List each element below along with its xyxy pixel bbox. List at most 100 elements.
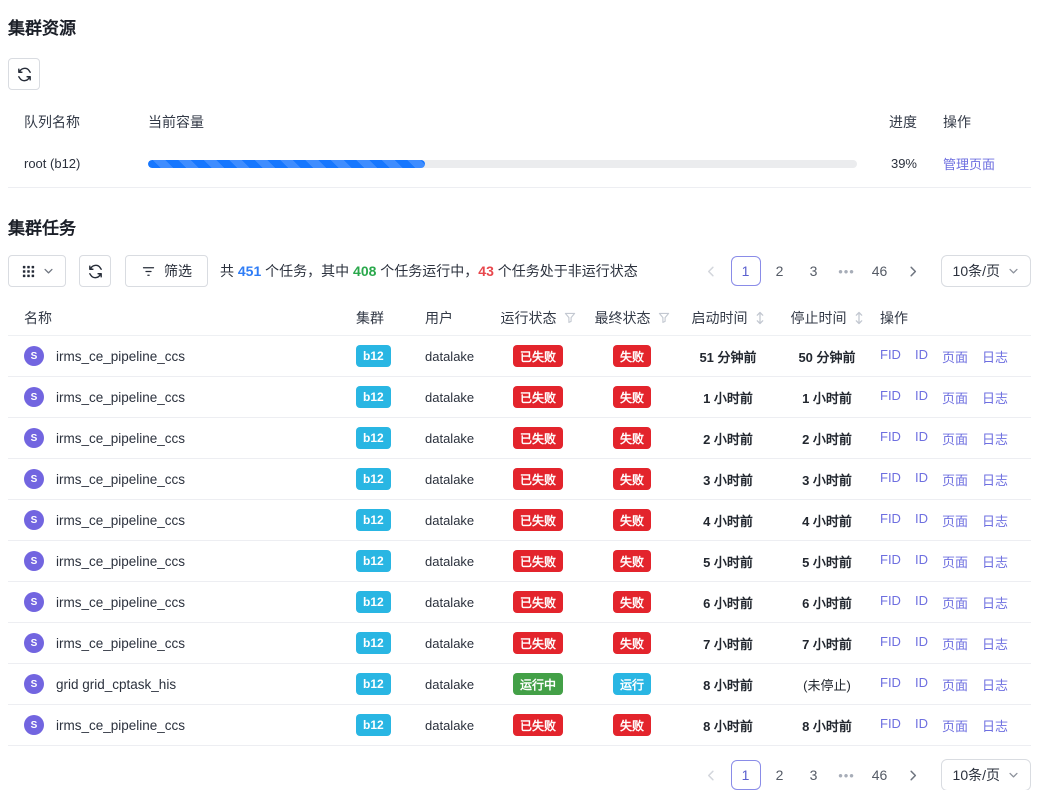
action-link-page[interactable]: 页面: [942, 347, 968, 366]
user-name: datalake: [420, 718, 490, 733]
cluster-resources-table: 队列名称 当前容量 进度 操作 root (b12) 39% 管理页面: [8, 104, 1031, 188]
action-link-log[interactable]: 日志: [982, 347, 1008, 366]
action-link-id[interactable]: ID: [915, 429, 928, 448]
cluster-badge: b12: [356, 714, 391, 736]
task-name: irms_ce_pipeline_ccs: [56, 513, 185, 528]
page-ellipsis[interactable]: •••: [833, 768, 861, 783]
queue-name: root (b12): [24, 156, 148, 171]
action-link-page[interactable]: 页面: [942, 593, 968, 612]
actions-header: 操作: [876, 308, 1031, 328]
page-number-46[interactable]: 46: [865, 760, 895, 790]
refresh-tasks-button[interactable]: [79, 255, 111, 287]
pagination-bottom: 1 2 3 ••• 46 10条/页: [697, 759, 1031, 790]
start-time: 8 小时前: [678, 716, 778, 735]
tasks-summary: 共 451 个任务，其中 408 个任务运行中，43 个任务处于非运行状态: [220, 261, 638, 281]
page-number-1[interactable]: 1: [731, 256, 761, 286]
refresh-resources-button[interactable]: [8, 58, 40, 90]
action-link-id[interactable]: ID: [915, 552, 928, 571]
action-link-log[interactable]: 日志: [982, 716, 1008, 735]
page-number-3[interactable]: 3: [799, 256, 829, 286]
action-link-id[interactable]: ID: [915, 593, 928, 612]
refresh-icon: [16, 66, 33, 83]
page-ellipsis[interactable]: •••: [833, 264, 861, 279]
action-link-id[interactable]: ID: [915, 634, 928, 653]
table-row: S irms_ce_pipeline_ccs b12 datalake 已失败 …: [8, 377, 1031, 418]
queue-name-header: 队列名称: [24, 112, 148, 132]
action-link-id[interactable]: ID: [915, 470, 928, 489]
page-number-46[interactable]: 46: [865, 256, 895, 286]
summary-segment: 43: [478, 263, 494, 279]
refresh-icon: [87, 263, 104, 280]
action-link-fid[interactable]: FID: [880, 388, 901, 407]
stop-time-sort-icon[interactable]: [854, 311, 864, 325]
page-number-1[interactable]: 1: [731, 760, 761, 790]
manage-page-link[interactable]: 管理页面: [943, 157, 995, 172]
start-time: 1 小时前: [678, 388, 778, 407]
next-page-button[interactable]: [899, 256, 929, 286]
avatar: S: [24, 592, 44, 612]
page-size-select[interactable]: 10条/页: [941, 759, 1031, 790]
pagination-top: 1 2 3 ••• 46 10条/页: [697, 255, 1031, 287]
action-link-fid[interactable]: FID: [880, 511, 901, 530]
action-link-log[interactable]: 日志: [982, 470, 1008, 489]
action-link-page[interactable]: 页面: [942, 429, 968, 448]
action-link-page[interactable]: 页面: [942, 675, 968, 694]
prev-page-button[interactable]: [697, 256, 727, 286]
action-link-id[interactable]: ID: [915, 675, 928, 694]
stop-time: 7 小时前: [778, 634, 876, 653]
user-name: datalake: [420, 595, 490, 610]
prev-page-button[interactable]: [697, 760, 727, 790]
action-link-id[interactable]: ID: [915, 716, 928, 735]
cluster-tasks-title: 集群任务: [8, 214, 1031, 239]
run-status-filter-icon[interactable]: [564, 312, 576, 324]
action-link-log[interactable]: 日志: [982, 511, 1008, 530]
action-link-page[interactable]: 页面: [942, 716, 968, 735]
page-size-value: 10条/页: [953, 765, 1000, 785]
avatar: S: [24, 674, 44, 694]
page-number-2[interactable]: 2: [765, 760, 795, 790]
action-link-page[interactable]: 页面: [942, 552, 968, 571]
action-link-fid[interactable]: FID: [880, 634, 901, 653]
action-link-log[interactable]: 日志: [982, 675, 1008, 694]
action-link-log[interactable]: 日志: [982, 634, 1008, 653]
avatar: S: [24, 715, 44, 735]
action-link-fid[interactable]: FID: [880, 675, 901, 694]
final-status-filter-icon[interactable]: [658, 312, 670, 324]
action-link-log[interactable]: 日志: [982, 593, 1008, 612]
table-row: S irms_ce_pipeline_ccs b12 datalake 已失败 …: [8, 459, 1031, 500]
filter-button[interactable]: 筛选: [125, 255, 208, 287]
start-time: 4 小时前: [678, 511, 778, 530]
run-status-badge: 已失败: [513, 427, 563, 449]
action-link-id[interactable]: ID: [915, 347, 928, 366]
action-link-fid[interactable]: FID: [880, 429, 901, 448]
filter-button-label: 筛选: [164, 261, 192, 281]
action-link-log[interactable]: 日志: [982, 388, 1008, 407]
action-link-id[interactable]: ID: [915, 511, 928, 530]
action-link-fid[interactable]: FID: [880, 347, 901, 366]
action-link-page[interactable]: 页面: [942, 634, 968, 653]
chevron-down-icon: [1008, 770, 1019, 781]
action-link-id[interactable]: ID: [915, 388, 928, 407]
run-status-badge: 已失败: [513, 550, 563, 572]
page-number-2[interactable]: 2: [765, 256, 795, 286]
action-link-page[interactable]: 页面: [942, 470, 968, 489]
action-link-fid[interactable]: FID: [880, 716, 901, 735]
column-settings-button[interactable]: [8, 255, 66, 287]
page-size-select[interactable]: 10条/页: [941, 255, 1031, 287]
action-link-fid[interactable]: FID: [880, 470, 901, 489]
page-number-3[interactable]: 3: [799, 760, 829, 790]
action-link-log[interactable]: 日志: [982, 429, 1008, 448]
action-link-log[interactable]: 日志: [982, 552, 1008, 571]
final-status-badge: 失败: [613, 591, 651, 613]
user-name: datalake: [420, 472, 490, 487]
cluster-badge: b12: [356, 632, 391, 654]
action-link-page[interactable]: 页面: [942, 388, 968, 407]
next-page-button[interactable]: [899, 760, 929, 790]
table-row: S irms_ce_pipeline_ccs b12 datalake 已失败 …: [8, 541, 1031, 582]
tasks-table-header: 名称 集群 用户 运行状态 最终状态 启动时间 停止时间: [8, 300, 1031, 336]
action-link-page[interactable]: 页面: [942, 511, 968, 530]
action-link-fid[interactable]: FID: [880, 552, 901, 571]
stop-time: 1 小时前: [778, 388, 876, 407]
action-link-fid[interactable]: FID: [880, 593, 901, 612]
start-time-sort-icon[interactable]: [755, 311, 765, 325]
